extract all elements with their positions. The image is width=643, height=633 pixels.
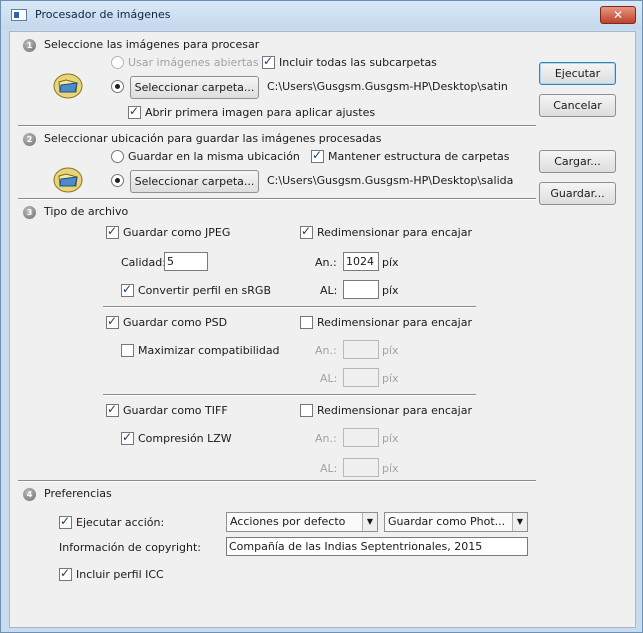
select-source-folder-button[interactable]: Seleccionar carpeta... bbox=[130, 76, 259, 99]
jpeg-resize-label: Redimensionar para encajar bbox=[317, 226, 472, 239]
action-set-select[interactable]: Acciones por defecto ▼ bbox=[226, 512, 378, 532]
run-action-label: Ejecutar acción: bbox=[76, 516, 165, 529]
jpeg-height-unit: píx bbox=[382, 284, 399, 297]
jpeg-resize-checkbox[interactable] bbox=[300, 224, 313, 239]
copyright-label: Información de copyright: bbox=[59, 541, 201, 554]
separator bbox=[103, 394, 476, 396]
use-open-images-label: Usar imágenes abiertas bbox=[128, 56, 259, 69]
dialog-body: 1 Seleccione las imágenes para procesar … bbox=[9, 31, 636, 628]
maximize-compat-checkbox[interactable] bbox=[121, 344, 134, 357]
psd-height-label: AL: bbox=[320, 372, 338, 385]
lzw-compression-label: Compresión LZW bbox=[138, 432, 232, 445]
image-processor-dialog: Procesador de imágenes ✕ 1 Seleccione la… bbox=[0, 0, 643, 633]
psd-resize-label: Redimensionar para encajar bbox=[317, 316, 472, 329]
action-name-select[interactable]: Guardar como Phot... ▼ bbox=[384, 512, 528, 532]
select-folder-source-radio[interactable] bbox=[111, 80, 124, 93]
separator bbox=[18, 480, 536, 482]
open-first-image-label: Abrir primera imagen para aplicar ajuste… bbox=[145, 106, 376, 119]
step-1-icon: 1 bbox=[23, 39, 36, 52]
destination-folder-path: C:\Users\Gusgsm.Gusgsm-HP\Desktop\salida bbox=[267, 174, 514, 187]
step-2-icon: 2 bbox=[23, 133, 36, 146]
folder-icon bbox=[53, 167, 83, 193]
load-button[interactable]: Cargar... bbox=[539, 150, 616, 173]
tiff-height-input[interactable] bbox=[343, 458, 379, 477]
psd-resize-checkbox[interactable] bbox=[300, 316, 313, 329]
section-2-title: Seleccionar ubicación para guardar las i… bbox=[44, 132, 382, 145]
action-name-value: Guardar como Phot... bbox=[388, 515, 506, 528]
copyright-input[interactable]: Compañía de las Indias Septentrionales, … bbox=[226, 537, 528, 556]
tiff-resize-checkbox[interactable] bbox=[300, 404, 313, 417]
include-icc-label: Incluir perfil ICC bbox=[76, 568, 164, 581]
source-folder-path: C:\Users\Gusgsm.Gusgsm-HP\Desktop\satin bbox=[267, 80, 508, 93]
chevron-down-icon: ▼ bbox=[512, 513, 527, 531]
convert-srgb-label: Convertir perfil en sRGB bbox=[138, 284, 272, 297]
maximize-compat-label: Maximizar compatibilidad bbox=[138, 344, 280, 357]
keep-folder-structure-checkbox[interactable] bbox=[311, 148, 324, 163]
chevron-down-icon: ▼ bbox=[362, 513, 377, 531]
save-same-location-label: Guardar en la misma ubicación bbox=[128, 150, 300, 163]
app-window-icon bbox=[11, 9, 27, 21]
run-button[interactable]: Ejecutar bbox=[539, 62, 616, 85]
separator bbox=[103, 306, 476, 308]
jpeg-width-label: An.: bbox=[315, 256, 337, 269]
psd-width-unit: píx bbox=[382, 344, 399, 357]
quality-input[interactable]: 5 bbox=[164, 252, 208, 271]
tiff-width-unit: píx bbox=[382, 432, 399, 445]
save-jpeg-checkbox[interactable] bbox=[106, 224, 119, 239]
include-subfolders-checkbox[interactable] bbox=[262, 54, 275, 69]
save-psd-checkbox[interactable] bbox=[106, 314, 119, 329]
keep-folder-structure-label: Mantener estructura de carpetas bbox=[328, 150, 510, 163]
save-psd-label: Guardar como PSD bbox=[123, 316, 228, 329]
separator bbox=[18, 198, 536, 200]
lzw-compression-checkbox[interactable] bbox=[121, 430, 134, 445]
open-first-image-checkbox[interactable] bbox=[128, 104, 141, 119]
save-tiff-label: Guardar como TIFF bbox=[123, 404, 228, 417]
folder-icon bbox=[53, 73, 83, 99]
jpeg-height-label: AL: bbox=[320, 284, 338, 297]
save-settings-button[interactable]: Guardar... bbox=[539, 182, 616, 205]
step-4-icon: 4 bbox=[23, 488, 36, 501]
save-tiff-checkbox[interactable] bbox=[106, 402, 119, 417]
convert-srgb-checkbox[interactable] bbox=[121, 282, 134, 297]
save-jpeg-label: Guardar como JPEG bbox=[123, 226, 231, 239]
run-action-checkbox[interactable] bbox=[59, 514, 72, 529]
tiff-width-label: An.: bbox=[315, 432, 337, 445]
cancel-button[interactable]: Cancelar bbox=[539, 94, 616, 117]
quality-label: Calidad: bbox=[121, 256, 166, 269]
tiff-resize-label: Redimensionar para encajar bbox=[317, 404, 472, 417]
section-3-title: Tipo de archivo bbox=[44, 205, 129, 218]
jpeg-height-input[interactable] bbox=[343, 280, 379, 299]
save-same-location-radio[interactable] bbox=[111, 150, 124, 163]
dialog-title: Procesador de imágenes bbox=[35, 8, 171, 21]
select-folder-destination-radio[interactable] bbox=[111, 174, 124, 187]
psd-width-label: An.: bbox=[315, 344, 337, 357]
tiff-height-label: AL: bbox=[320, 462, 338, 475]
jpeg-width-input[interactable]: 1024 bbox=[343, 252, 379, 271]
separator bbox=[18, 125, 536, 127]
tiff-height-unit: píx bbox=[382, 462, 399, 475]
psd-height-input[interactable] bbox=[343, 368, 379, 387]
close-button[interactable]: ✕ bbox=[600, 6, 636, 24]
use-open-images-radio[interactable] bbox=[111, 56, 124, 69]
title-bar: Procesador de imágenes ✕ bbox=[1, 1, 642, 29]
select-destination-folder-button[interactable]: Seleccionar carpeta... bbox=[130, 170, 259, 193]
include-icc-checkbox[interactable] bbox=[59, 566, 72, 581]
action-set-value: Acciones por defecto bbox=[230, 515, 346, 528]
include-subfolders-label: Incluir todas las subcarpetas bbox=[279, 56, 437, 69]
step-3-icon: 3 bbox=[23, 206, 36, 219]
jpeg-width-unit: píx bbox=[382, 256, 399, 269]
psd-width-input[interactable] bbox=[343, 340, 379, 359]
section-1-title: Seleccione las imágenes para procesar bbox=[44, 38, 260, 51]
tiff-width-input[interactable] bbox=[343, 428, 379, 447]
section-4-title: Preferencias bbox=[44, 487, 112, 500]
psd-height-unit: píx bbox=[382, 372, 399, 385]
